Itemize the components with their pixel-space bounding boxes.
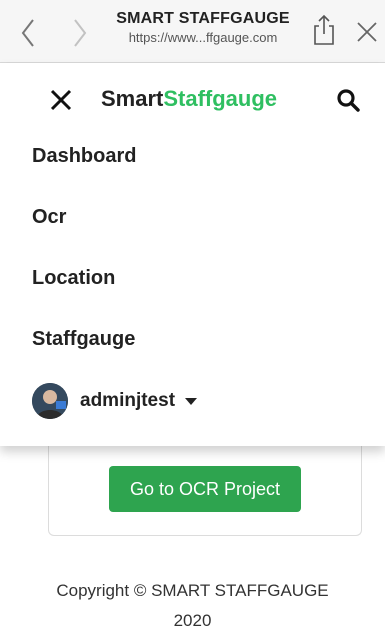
back-button[interactable] [14,16,42,50]
copyright-year: 2020 [173,611,212,626]
search-icon [337,89,360,112]
browser-toolbar: SMART STAFFGAUGE https://www...ffgauge.c… [0,0,385,63]
site-url: https://www...ffgauge.com [128,30,278,45]
user-menu-dropdown[interactable]: adminjtest [32,382,198,420]
menu-item-ocr[interactable]: Ocr [32,206,66,229]
brand-text-staffgauge: Staffgauge [163,86,278,111]
back-icon [21,19,34,47]
avatar [32,383,68,419]
go-to-ocr-project-button[interactable]: Go to OCR Project [109,466,301,512]
nav-menu-panel: SmartStaffgauge Dashboard Ocr Location S… [0,63,385,446]
footer: Copyright © SMART STAFFGAUGE 2020 [40,576,345,626]
forward-icon [74,19,87,47]
chevron-down-icon [185,397,198,405]
forward-button[interactable] [66,16,94,50]
share-button[interactable] [310,12,338,48]
close-icon [50,89,72,111]
username: adminjtest [80,390,176,411]
menu-close-button[interactable] [48,87,74,113]
brand-text-smart: Smart [101,86,164,111]
menu-item-staffgauge[interactable]: Staffgauge [32,328,135,351]
brand-logo[interactable]: SmartStaffgauge [101,86,277,112]
menu-item-dashboard[interactable]: Dashboard [32,145,136,168]
close-icon [357,22,377,42]
site-title: SMART STAFFGAUGE [116,10,290,27]
menu-item-location[interactable]: Location [32,267,115,290]
address-bar[interactable]: SMART STAFFGAUGE https://www...ffgauge.c… [108,10,298,45]
search-button[interactable] [334,86,362,114]
close-browser-button[interactable] [353,18,381,46]
copyright-text: Copyright © SMART STAFFGAUGE [56,581,329,600]
share-icon [314,14,334,45]
menu-header: SmartStaffgauge [0,63,385,133]
